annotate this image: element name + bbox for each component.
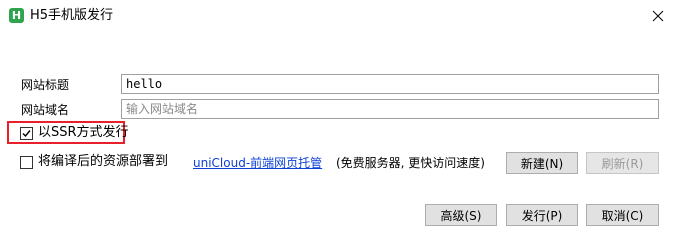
site-domain-input[interactable] [121, 99, 659, 119]
close-button[interactable] [636, 0, 680, 32]
ssr-checkbox-label: 以SSR方式发行 [38, 125, 129, 140]
ssr-checkbox[interactable] [20, 126, 33, 140]
window-title: H5手机版发行 [30, 8, 114, 23]
unicloud-hosting-link[interactable]: uniCloud-前端网页托管 [193, 155, 322, 171]
deploy-checkbox[interactable] [20, 155, 33, 169]
ssr-checkbox-row[interactable]: 以SSR方式发行 [20, 125, 129, 141]
title-bar: H H5手机版发行 [0, 0, 680, 32]
hbuilder-app-icon: H [9, 8, 24, 23]
site-title-input[interactable] [121, 74, 659, 94]
close-icon [652, 10, 664, 22]
advanced-button[interactable]: 高级(S) [425, 204, 497, 226]
refresh-button[interactable]: 刷新(R) [586, 152, 659, 174]
deploy-checkbox-row[interactable]: 将编译后的资源部署到 [20, 154, 168, 170]
site-domain-label: 网站域名 [21, 103, 70, 117]
publish-button[interactable]: 发行(P) [506, 204, 578, 226]
site-title-label: 网站标题 [21, 78, 70, 92]
checkmark-icon [22, 129, 31, 137]
deploy-note: (免费服务器, 更快访问速度) [336, 156, 485, 170]
create-button[interactable]: 新建(N) [506, 152, 578, 174]
cancel-button[interactable]: 取消(C) [586, 204, 659, 226]
h5-publish-dialog: H H5手机版发行 网站标题 网站域名 以SSR方式发行 将编译后的资源部署到 … [0, 0, 680, 246]
deploy-checkbox-label: 将编译后的资源部署到 [38, 154, 169, 169]
